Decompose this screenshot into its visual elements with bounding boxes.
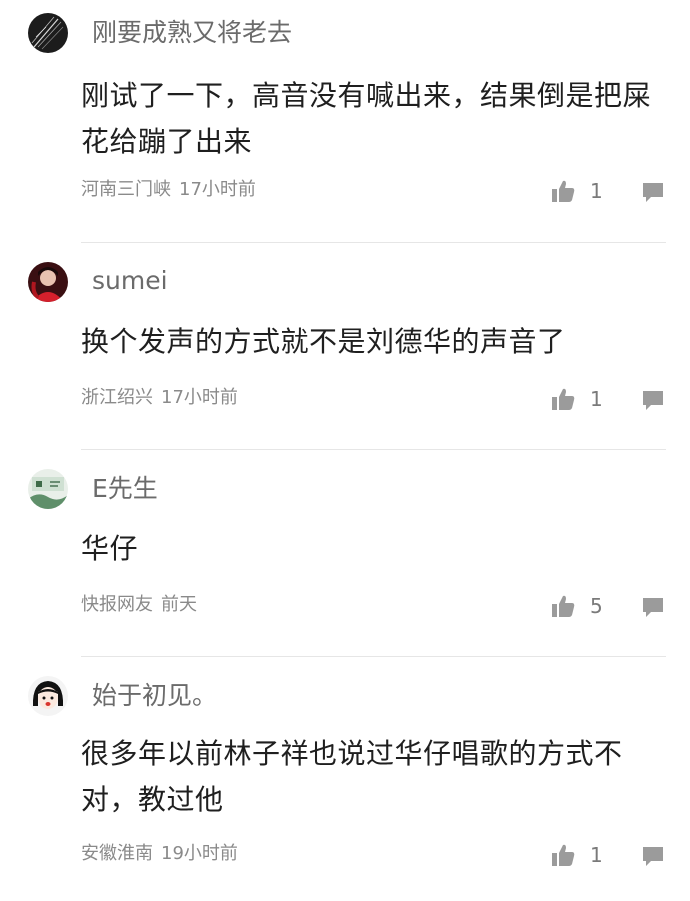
location-label: 河南三门峡 (81, 179, 171, 200)
comment-meta: 快报网友 前天 (81, 593, 197, 617)
timestamp: 17小时前 (179, 179, 256, 200)
cartoon-girl-avatar-icon (28, 676, 68, 716)
like-count: 1 (590, 843, 603, 867)
username[interactable]: sumei (92, 265, 168, 297)
comment-meta: 河南三门峡 17小时前 (81, 178, 256, 202)
comment-text: 刚试了一下，高音没有喊出来，结果倒是把屎花给蹦了出来 (81, 79, 652, 158)
like-count: 5 (590, 594, 603, 618)
comment-meta: 安徽淮南 19小时前 (81, 842, 238, 866)
user-avatar[interactable] (28, 13, 68, 53)
speech-bubble-icon (643, 391, 663, 410)
timestamp: 19小时前 (161, 843, 238, 864)
divider (81, 242, 666, 243)
like-count: 1 (590, 179, 603, 203)
dark-feather-avatar-icon (28, 13, 68, 53)
like-button[interactable] (550, 842, 576, 868)
like-button[interactable] (550, 593, 576, 619)
thumbs-up-icon (552, 595, 575, 617)
reply-button[interactable] (641, 180, 665, 204)
comment-text: 华仔 (81, 532, 139, 565)
timestamp: 17小时前 (161, 387, 238, 408)
thumbs-up-icon (552, 844, 575, 866)
username[interactable]: 刚要成熟又将老去 (92, 17, 292, 49)
speech-bubble-icon (643, 183, 663, 202)
reply-button[interactable] (641, 595, 665, 619)
like-button[interactable] (550, 178, 576, 204)
red-portrait-avatar-icon (28, 262, 68, 302)
comment-text: 很多年以前林子祥也说过华仔唱歌的方式不对，教过他 (81, 737, 623, 816)
username[interactable]: 始于初见。 (92, 680, 217, 712)
location-label: 快报网友 (81, 594, 153, 615)
divider (81, 449, 666, 450)
comment-meta: 浙江绍兴 17小时前 (81, 386, 238, 410)
landscape-avatar-icon (28, 469, 68, 509)
comment-text: 换个发声的方式就不是刘德华的声音了 (81, 325, 566, 358)
location-label: 安徽淮南 (81, 843, 153, 864)
user-avatar[interactable] (28, 469, 68, 509)
divider (81, 656, 666, 657)
thumbs-up-icon (552, 180, 575, 202)
timestamp: 前天 (161, 594, 197, 615)
speech-bubble-icon (643, 598, 663, 617)
location-label: 浙江绍兴 (81, 387, 153, 408)
user-avatar[interactable] (28, 262, 68, 302)
username[interactable]: E先生 (92, 473, 158, 505)
like-count: 1 (590, 387, 603, 411)
thumbs-up-icon (552, 388, 575, 410)
user-avatar[interactable] (28, 676, 68, 716)
like-button[interactable] (550, 386, 576, 412)
speech-bubble-icon (643, 847, 663, 866)
reply-button[interactable] (641, 844, 665, 868)
reply-button[interactable] (641, 388, 665, 412)
